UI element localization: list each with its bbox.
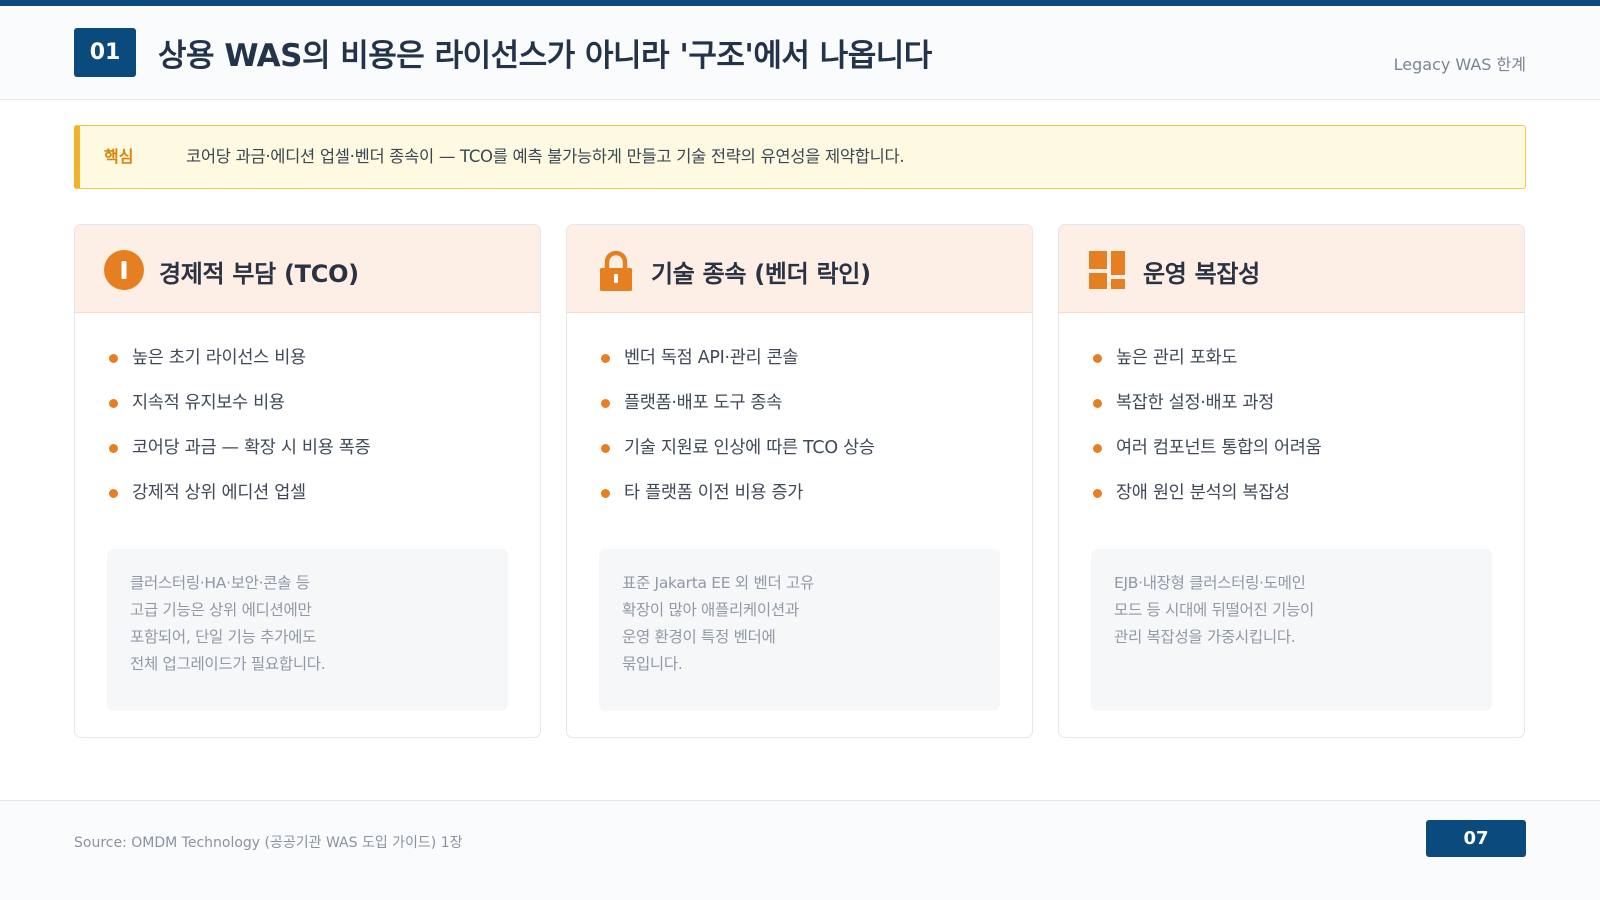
note-line: 클러스터링·HA·보안·콘솔 등 [130,574,310,592]
slide-header: 01 상용 WAS의 비용은 라이선스가 아니라 '구조'에서 나옵니다 Leg… [0,6,1600,100]
source-citation: Source: OMDM Technology (공공기관 WAS 도입 가이드… [74,835,463,851]
section-number-badge: 01 [74,28,136,77]
bullet-item: 지속적 유지보수 비용 [109,390,370,435]
card-header: 기술 종속 (벤더 락인) [567,225,1032,313]
lock-icon [600,250,632,291]
bullet-item: 강제적 상위 에디션 업셀 [109,480,370,525]
card-note: EJB·내장형 클러스터링·도메인 모드 등 시대에 뒤떨어진 기능이 관리 복… [1091,549,1492,711]
bullet-list: 벤더 독점 API·관리 콘솔 플랫폼·배포 도구 종속 기술 지원료 인상에 … [601,345,875,525]
card-header: 운영 복잡성 [1059,225,1524,313]
card-note: 표준 Jakarta EE 외 벤더 고유 확장이 많아 애플리케이션과 운영 … [599,549,1000,711]
card-header: 경제적 부담 (TCO) [75,225,540,313]
section-tag: Legacy WAS 한계 [1393,55,1526,74]
bullet-list: 높은 초기 라이선스 비용 지속적 유지보수 비용 코어당 과금 — 확장 시 … [109,345,371,525]
bullet-item: 여러 컴포넌트 통합의 어려움 [1093,435,1322,480]
card-title: 운영 복잡성 [1143,260,1260,288]
note-line: 전체 업그레이드가 필요합니다. [130,655,326,673]
bullet-item: 코어당 과금 — 확장 시 비용 폭증 [109,435,371,480]
bullet-item: 높은 초기 라이선스 비용 [109,345,370,390]
note-line: 묶입니다. [622,655,683,673]
note-line: 운영 환경이 특정 벤더에 [622,628,776,646]
note-line: 모드 등 시대에 뒤떨어진 기능이 [1114,601,1314,619]
page-number-badge: 07 [1426,820,1526,857]
bullet-item: 높은 관리 포화도 [1093,345,1321,390]
bullet-list: 높은 관리 포화도 복잡한 설정·배포 과정 여러 컴포넌트 통합의 어려움 장… [1093,345,1322,525]
card-title: 기술 종속 (벤더 락인) [651,260,871,288]
bullet-item: 복잡한 설정·배포 과정 [1093,390,1321,435]
note-line: 확장이 많아 애플리케이션과 [622,601,799,619]
note-line: EJB·내장형 클러스터링·도메인 [1114,574,1306,592]
card-economic-burden: 경제적 부담 (TCO) 높은 초기 라이선스 비용 지속적 유지보수 비용 코… [74,224,541,738]
note-line: 포함되어, 단일 기능 추가에도 [130,628,317,646]
page-title: 상용 WAS의 비용은 라이선스가 아니라 '구조'에서 나옵니다 [158,38,932,74]
card-operational-complexity: 운영 복잡성 높은 관리 포화도 복잡한 설정·배포 과정 여러 컴포넌트 통합… [1058,224,1525,738]
note-line: 표준 Jakarta EE 외 벤더 고유 [622,574,814,592]
note-line: 관리 복잡성을 가중시킵니다. [1114,628,1296,646]
bullet-item: 타 플랫폼 이전 비용 증가 [601,480,875,525]
slide-footer: Source: OMDM Technology (공공기관 WAS 도입 가이드… [0,800,1600,900]
bullet-item: 기술 지원료 인상에 따른 TCO 상승 [601,435,875,480]
grid-blocks-icon [1089,251,1125,289]
bullet-item: 장애 원인 분석의 복잡성 [1093,480,1321,525]
card-vendor-lock-in: 기술 종속 (벤더 락인) 벤더 독점 API·관리 콘솔 플랫폼·배포 도구 … [566,224,1033,738]
key-point-label: 핵심 [104,147,134,166]
key-point-text: 코어당 과금·에디션 업셀·벤더 종속이 — TCO를 예측 불가능하게 만들고… [186,147,905,166]
key-point-callout: 핵심 코어당 과금·에디션 업셀·벤더 종속이 — TCO를 예측 불가능하게 … [74,125,1526,189]
bullet-item: 벤더 독점 API·관리 콘솔 [601,345,875,390]
card-note: 클러스터링·HA·보안·콘솔 등 고급 기능은 상위 에디션에만 포함되어, 단… [107,549,508,711]
card-title: 경제적 부담 (TCO) [159,260,359,288]
note-line: 고급 기능은 상위 에디션에만 [130,601,312,619]
alert-circle-icon [104,250,144,290]
bullet-item: 플랫폼·배포 도구 종속 [601,390,875,435]
